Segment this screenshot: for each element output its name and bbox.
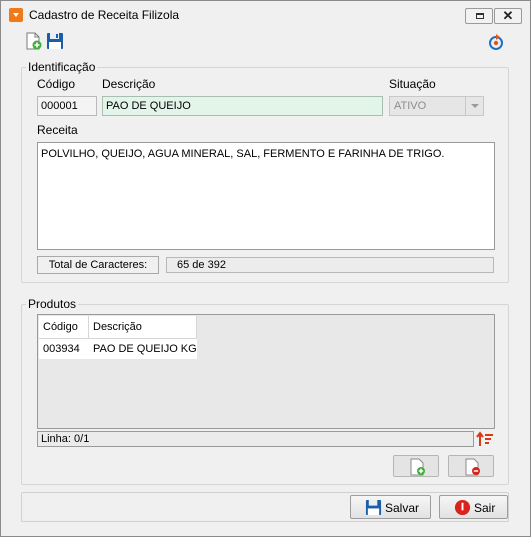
descricao-label: Descrição: [102, 77, 156, 91]
situacao-label: Situação: [389, 77, 436, 91]
sort-ascending-icon[interactable]: [476, 430, 494, 448]
floppy-disk-icon[interactable]: [46, 32, 64, 50]
window-title: Cadastro de Receita Filizola: [29, 8, 180, 22]
codigo-label: Código: [37, 77, 76, 91]
close-icon: ✕: [502, 8, 514, 23]
total-caracteres-label: Total de Caracteres:: [37, 256, 159, 274]
identificacao-caption: Identificação: [26, 60, 98, 74]
save-label: Salvar: [385, 501, 420, 515]
row-descricao: PAO DE QUEIJO KG: [93, 343, 197, 355]
grid-status-bar: Linha: 0/1: [37, 431, 474, 447]
descricao-field[interactable]: PAO DE QUEIJO: [102, 96, 383, 116]
refresh-icon[interactable]: [487, 33, 505, 51]
table-row[interactable]: 003934 PAO DE QUEIJO KG: [39, 339, 197, 359]
exit-button[interactable]: Sair: [439, 495, 508, 519]
receita-textarea[interactable]: POLVILHO, QUEIJO, AGUA MINERAL, SAL, FER…: [37, 142, 495, 250]
restore-icon: [476, 13, 484, 19]
produtos-caption: Produtos: [26, 297, 79, 311]
receita-label: Receita: [37, 123, 78, 137]
column-header-codigo[interactable]: Código: [39, 316, 89, 338]
total-caracteres-value: 65 de 392: [166, 257, 494, 273]
remove-product-button[interactable]: [448, 455, 494, 477]
codigo-field[interactable]: 000001: [37, 96, 97, 116]
app-icon: [9, 8, 23, 22]
footer-panel: [21, 492, 509, 522]
close-button[interactable]: ✕: [494, 8, 522, 24]
restore-button[interactable]: [465, 8, 493, 24]
exit-label: Sair: [474, 501, 496, 515]
add-document-icon: [410, 458, 425, 476]
column-header-descricao[interactable]: Descrição: [89, 316, 197, 338]
situacao-select[interactable]: ATIVO: [389, 96, 484, 116]
produtos-grid[interactable]: Código Descrição 003934 PAO DE QUEIJO KG: [37, 314, 495, 429]
add-product-button[interactable]: [393, 455, 439, 477]
remove-document-icon: [465, 458, 480, 476]
save-button[interactable]: Salvar: [350, 495, 431, 519]
title-bar: Cadastro de Receita Filizola ✕: [1, 1, 530, 29]
app-window: Cadastro de Receita Filizola ✕ Identific…: [0, 0, 531, 537]
row-codigo: 003934: [43, 343, 80, 355]
grid-header: Código Descrição: [39, 316, 197, 339]
new-document-icon[interactable]: [24, 32, 42, 50]
power-icon: [454, 499, 471, 516]
chevron-down-icon[interactable]: [465, 97, 483, 115]
situacao-value: ATIVO: [394, 100, 427, 112]
floppy-disk-icon: [365, 499, 382, 516]
